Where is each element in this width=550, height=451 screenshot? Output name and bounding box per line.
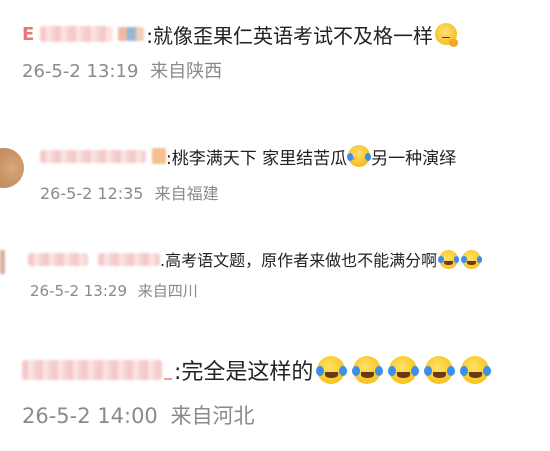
comment-location: 来自四川 [137,282,198,300]
username[interactable] [40,148,166,164]
comment-4: :完全是这样的 26-5-2 14:00 来自河北 [0,340,550,440]
laugh-cry-emoji-icon [460,249,483,269]
comment-text: :桃李满天下 家里结苦瓜 [166,148,348,169]
comment-text: :就像歪果仁英语考试不及格一样 [146,23,434,48]
comment-meta: 26-5-2 14:00 来自河北 [22,400,254,430]
username-initial-glyph: E [22,23,35,45]
laugh-cry-emoji-icon [351,356,384,384]
username-badge-icon [152,148,166,164]
username-redacted [40,149,146,163]
username-redacted [28,252,88,266]
comment-text-row: :完全是这样的 [22,352,492,388]
comment-text-after: 另一种演绎 [371,148,457,169]
comment-time: 26-5-2 14:00 [22,404,158,428]
comment-meta: 26-5-2 13:19 来自陕西 [22,57,222,83]
comment-text-row: :桃李满天下 家里结苦瓜 另一种演绎 [40,142,456,170]
laugh-cry-emoji-icon [423,356,456,384]
username-trailing-glyph [164,360,172,380]
comment-text-row: E :就像歪果仁英语考试不及格一样 [22,19,458,49]
comment-time: 26-5-2 13:29 [30,282,127,300]
avatar[interactable] [0,148,24,188]
comment-meta: 26-5-2 13:29 来自四川 [30,280,198,301]
comment-location: 来自陕西 [150,61,223,82]
username-redacted [98,252,160,266]
laugh-cry-emoji-icon [437,249,460,269]
comment-text: .高考语文题，原作者来做也不能满分啊 [160,251,438,270]
username[interactable]: E [22,23,145,45]
comment-meta: 26-5-2 12:35 来自福建 [40,180,219,204]
avatar-edge [0,250,5,274]
comment-location: 来自福建 [154,184,219,203]
comment-1: E :就像歪果仁英语考试不及格一样 26-5-2 13:19 来自陕西 [0,0,550,90]
username[interactable] [28,252,160,266]
comment-location: 来自河北 [170,404,255,428]
laugh-cry-emoji-icon [315,356,348,384]
crying-emoji-icon [346,145,372,167]
comment-time: 26-5-2 13:19 [22,61,139,82]
laugh-cry-emoji-icon [387,356,420,384]
username-redacted [22,360,162,380]
username[interactable] [22,360,172,380]
comment-2: :桃李满天下 家里结苦瓜 另一种演绎 26-5-2 12:35 来自福建 [0,130,550,210]
thinking-emoji-icon [435,23,458,47]
comment-text-row: .高考语文题，原作者来做也不能满分啊 [28,246,483,272]
comment-3: .高考语文题，原作者来做也不能满分啊 26-5-2 13:29 来自四川 [0,240,550,310]
comment-time: 26-5-2 12:35 [40,184,144,203]
username-redacted-tile [118,27,145,41]
laugh-cry-emoji-icon [459,356,492,384]
comment-text: :完全是这样的 [174,360,314,385]
username-redacted [40,26,113,42]
